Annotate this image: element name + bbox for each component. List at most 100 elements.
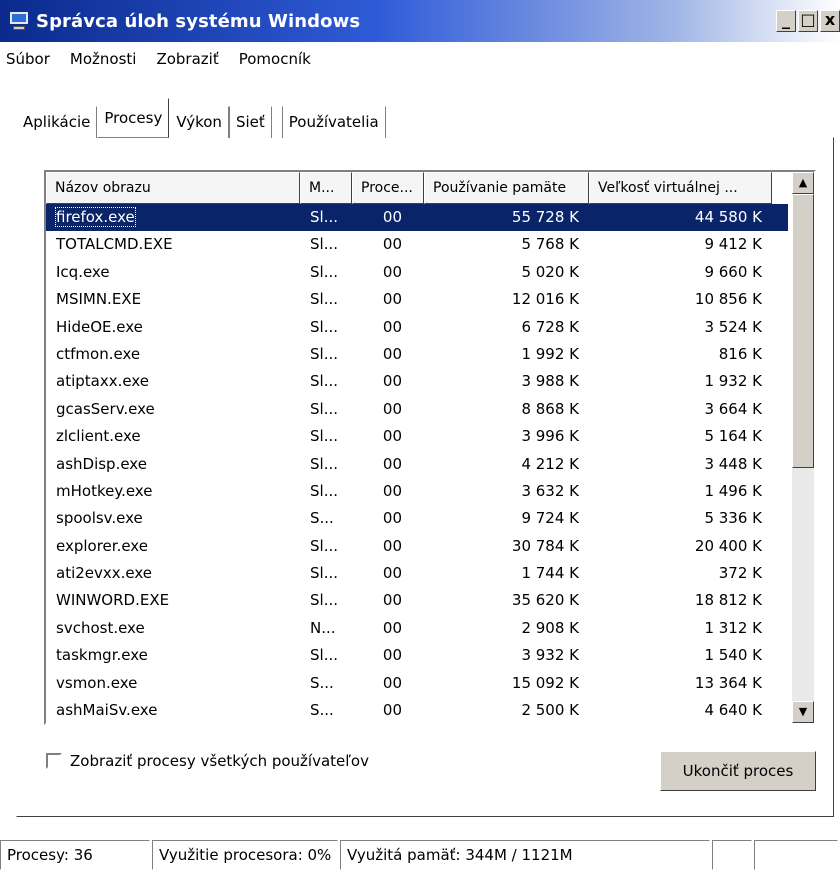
process-memory: 5 020 K [521, 262, 579, 281]
minimize-button[interactable]: _ [776, 10, 796, 32]
process-cpu: 00 [382, 208, 402, 226]
process-name: ashMaiSv.exe [56, 701, 158, 720]
process-name: ashDisp.exe [56, 454, 147, 473]
process-cpu: 00 [382, 262, 402, 281]
column-user[interactable]: M... [300, 172, 352, 204]
process-cpu: 00 [382, 454, 402, 473]
table-row[interactable]: ashMaiSv.exe S... 00 2 500 K 4 640 K [46, 697, 788, 723]
tab-network[interactable]: Sieť [228, 106, 272, 138]
menu-help[interactable]: Pomocník [239, 50, 311, 76]
menu-options[interactable]: Možnosti [70, 50, 137, 76]
table-row[interactable]: spoolsv.exe S... 00 9 724 K 5 336 K [46, 505, 788, 532]
tab-users[interactable]: Používatelia [281, 106, 386, 138]
process-cpu: 00 [382, 618, 402, 637]
table-row[interactable]: TOTALCMD.EXE Sl... 00 5 768 K 9 412 K [46, 231, 788, 258]
process-memory: 9 724 K [521, 509, 579, 528]
column-cpu[interactable]: Proce... [352, 172, 424, 204]
column-memory-usage[interactable]: Používanie pamäte [424, 172, 589, 204]
process-name: WINWORD.EXE [56, 591, 170, 610]
menu-view[interactable]: Zobraziť [156, 50, 218, 76]
process-user: Sl... [310, 536, 338, 555]
process-virtual-memory: 5 336 K [704, 509, 762, 528]
show-all-users-label: Zobraziť procesy všetkých používateľov [70, 752, 369, 770]
process-user: Sl... [310, 235, 338, 254]
tab-applications[interactable]: Aplikácie [16, 106, 98, 138]
process-cpu: 00 [382, 372, 402, 391]
table-row[interactable]: taskmgr.exe Sl... 00 3 932 K 1 540 K [46, 642, 788, 669]
process-virtual-memory: 44 580 K [694, 208, 762, 226]
process-user: S... [310, 509, 334, 528]
table-row[interactable]: Icq.exe Sl... 00 5 020 K 9 660 K [46, 259, 788, 286]
process-user: Sl... [310, 399, 338, 418]
title-bar[interactable]: Správca úloh systému Windows _ □ x [0, 0, 840, 42]
end-process-button[interactable]: Ukončiť proces [660, 751, 816, 791]
process-name: HideOE.exe [56, 317, 143, 336]
process-memory: 3 932 K [521, 646, 579, 665]
process-cpu: 00 [382, 290, 402, 309]
process-cpu: 00 [382, 591, 402, 610]
table-row[interactable]: ati2evxx.exe Sl... 00 1 744 K 372 K [46, 560, 788, 587]
table-row[interactable]: ashDisp.exe Sl... 00 4 212 K 3 448 K [46, 451, 788, 478]
table-row[interactable]: vsmon.exe S... 00 15 092 K 13 364 K [46, 670, 788, 697]
process-name: zlclient.exe [56, 427, 141, 446]
tab-processes[interactable]: Procesy [97, 98, 170, 138]
list-header: Názov obrazu M... Proce... Používanie pa… [46, 172, 788, 204]
process-user: Sl... [310, 646, 338, 665]
table-row[interactable]: ctfmon.exe Sl... 00 1 992 K 816 K [46, 341, 788, 368]
process-user: Sl... [310, 372, 338, 391]
process-virtual-memory: 5 164 K [704, 427, 762, 446]
process-cpu: 00 [382, 427, 402, 446]
process-virtual-memory: 3 524 K [704, 317, 762, 336]
table-row[interactable]: svchost.exe N... 00 2 908 K 1 312 K [46, 615, 788, 642]
process-cpu: 00 [382, 564, 402, 583]
process-memory: 4 212 K [521, 454, 579, 473]
process-memory: 55 728 K [511, 208, 579, 226]
status-empty-panel [712, 840, 752, 870]
show-all-users-row[interactable]: Zobraziť procesy všetkých používateľov [46, 752, 369, 770]
process-name: vsmon.exe [56, 673, 138, 692]
tab-performance[interactable]: Výkon [169, 106, 229, 138]
status-bar: Procesy: 36 Využitie procesora: 0% Využi… [0, 840, 840, 870]
process-list[interactable]: Názov obrazu M... Proce... Používanie pa… [44, 170, 816, 725]
process-user: Sl... [310, 317, 338, 336]
table-row[interactable]: WINWORD.EXE Sl... 00 35 620 K 18 812 K [46, 587, 788, 614]
arrow-up-icon[interactable]: ▲ [792, 172, 814, 194]
menu-file[interactable]: Súbor [6, 50, 50, 76]
process-user: N... [310, 618, 336, 637]
table-row[interactable]: MSIMN.EXE Sl... 00 12 016 K 10 856 K [46, 286, 788, 313]
process-user: Sl... [310, 591, 338, 610]
process-virtual-memory: 20 400 K [694, 536, 762, 555]
maximize-button[interactable]: □ [798, 10, 818, 32]
vertical-scrollbar[interactable]: ▲ ▼ [792, 172, 814, 723]
table-row[interactable]: zlclient.exe Sl... 00 3 996 K 5 164 K [46, 423, 788, 450]
table-row[interactable]: HideOE.exe Sl... 00 6 728 K 3 524 K [46, 314, 788, 341]
tab-strip: Aplikácie Procesy Výkon Sieť Používateli… [16, 98, 386, 138]
process-user: Sl... [310, 262, 338, 281]
process-virtual-memory: 10 856 K [694, 290, 762, 309]
process-user: S... [310, 701, 334, 720]
column-image-name[interactable]: Názov obrazu [46, 172, 300, 204]
table-row[interactable]: explorer.exe Sl... 00 30 784 K 20 400 K [46, 533, 788, 560]
process-user: Sl... [310, 454, 338, 473]
task-manager-icon [8, 10, 30, 32]
process-virtual-memory: 1 496 K [704, 481, 762, 500]
process-virtual-memory: 9 660 K [704, 262, 762, 281]
process-user: Sl... [310, 481, 338, 500]
table-row[interactable]: atiptaxx.exe Sl... 00 3 988 K 1 932 K [46, 368, 788, 395]
process-memory: 3 988 K [521, 372, 579, 391]
process-virtual-memory: 3 664 K [704, 399, 762, 418]
table-row[interactable]: gcasServ.exe Sl... 00 8 868 K 3 664 K [46, 396, 788, 423]
table-row[interactable]: firefox.exe Sl... 00 55 728 K 44 580 K [46, 204, 788, 232]
arrow-down-icon[interactable]: ▼ [792, 701, 814, 723]
process-virtual-memory: 9 412 K [704, 235, 762, 254]
show-all-users-checkbox[interactable] [46, 753, 62, 769]
table-row[interactable]: mHotkey.exe Sl... 00 3 632 K 1 496 K [46, 478, 788, 505]
process-memory: 12 016 K [511, 290, 579, 309]
process-name: Icq.exe [56, 262, 110, 281]
process-cpu: 00 [382, 344, 402, 363]
process-memory: 35 620 K [511, 591, 579, 610]
close-button[interactable]: x [820, 10, 840, 32]
scrollbar-thumb[interactable] [792, 194, 814, 468]
process-name: firefox.exe [55, 207, 136, 227]
column-virtual-memory[interactable]: Veľkosť virtuálnej ... [589, 172, 772, 204]
